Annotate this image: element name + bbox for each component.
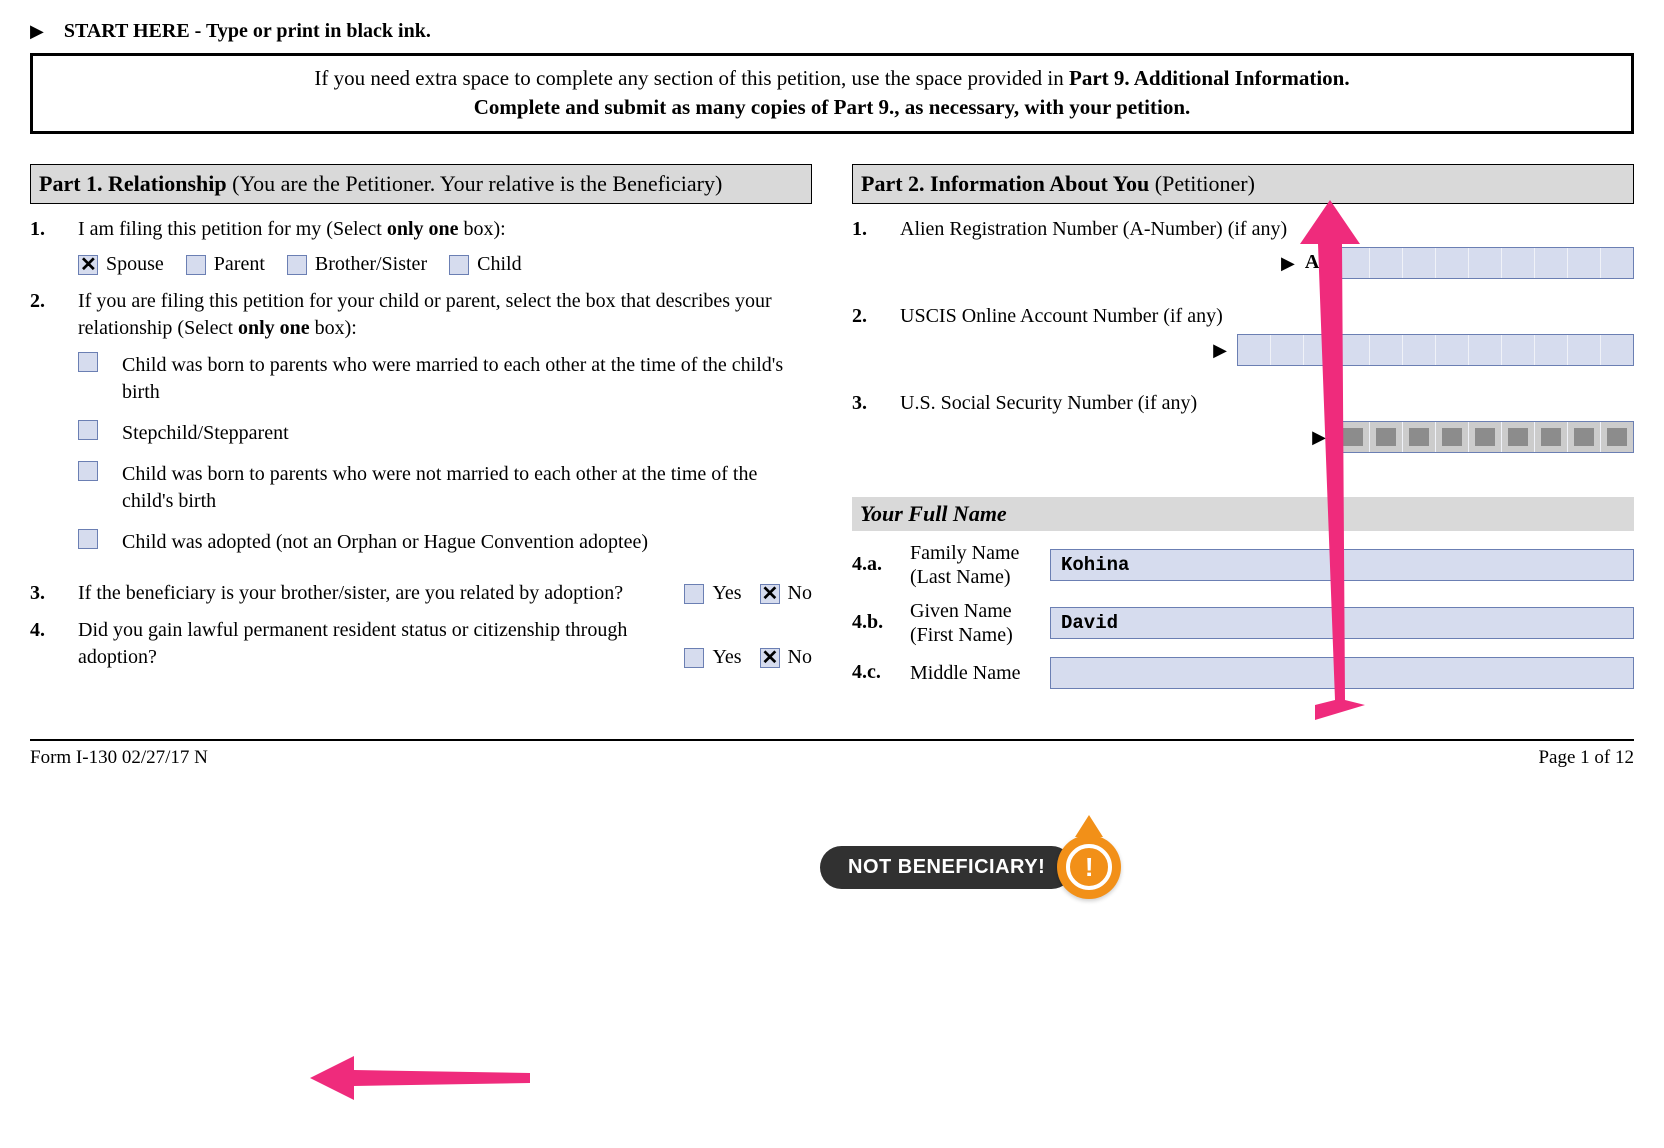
q2-text-post: box):: [310, 317, 357, 339]
opt-parent: Parent: [214, 253, 265, 275]
middle-name-label: Middle Name: [910, 661, 1040, 685]
triangle-right-icon: ▶: [1312, 425, 1326, 449]
extra-space-info-box: If you need extra space to complete any …: [30, 53, 1634, 134]
q2-opt3: Child was adopted (not an Orphan or Hagu…: [122, 529, 812, 556]
family-name-label: Family Name: [910, 541, 1040, 565]
info-line1-pre: If you need extra space to complete any …: [314, 66, 1069, 90]
q1-text-bold: only one: [387, 218, 459, 240]
p2-q2-number: 2.: [852, 303, 900, 380]
checkbox-q2-opt3[interactable]: [78, 529, 98, 549]
your-full-name-header: Your Full Name: [852, 497, 1634, 531]
part1-title-rest: (You are the Petitioner. Your relative i…: [227, 171, 723, 196]
q3-number: 3.: [30, 580, 78, 607]
p2-q3-text: U.S. Social Security Number (if any): [900, 390, 1634, 417]
q3-no: No: [788, 582, 812, 604]
checkbox-q4-yes[interactable]: [684, 648, 704, 668]
q2-opt2: Child was born to parents who were not m…: [122, 461, 812, 515]
not-beneficiary-callout: NOT BENEFICIARY! !: [820, 835, 1121, 899]
p2-q4b-number: 4.b.: [852, 609, 900, 636]
q1-text-post: box):: [459, 218, 506, 240]
q3-yes: Yes: [712, 582, 741, 604]
uscis-account-field[interactable]: [1237, 334, 1634, 366]
family-name-field[interactable]: Kohina: [1050, 549, 1634, 581]
checkbox-q3-yes[interactable]: [684, 584, 704, 604]
p2-q1-number: 1.: [852, 216, 900, 293]
callout-text: NOT BENEFICIARY!: [820, 846, 1073, 889]
q2-number: 2.: [30, 288, 78, 570]
part1-header: Part 1. Relationship (You are the Petiti…: [30, 164, 812, 204]
footer-right: Page 1 of 12: [1538, 747, 1634, 769]
q4-number: 4.: [30, 617, 78, 671]
opt-brother: Brother/Sister: [315, 253, 427, 275]
p2-q4c-number: 4.c.: [852, 659, 900, 686]
part1-title-bold: Part 1. Relationship: [39, 171, 227, 196]
q4-no: No: [788, 646, 812, 668]
start-here-text: START HERE - Type or print in black ink.: [64, 20, 431, 43]
a-number-field[interactable]: [1336, 247, 1634, 279]
checkbox-q3-no[interactable]: [760, 584, 780, 604]
triangle-right-icon: ▶: [1213, 338, 1227, 362]
info-line2-bold: Complete and submit as many copies of Pa…: [474, 95, 1191, 119]
page-footer: Form I-130 02/27/17 N Page 1 of 12: [30, 739, 1634, 769]
checkbox-parent[interactable]: [186, 255, 206, 275]
q2-text-bold: only one: [238, 317, 310, 339]
given-name-sub: (First Name): [910, 623, 1040, 647]
part2-title-rest: (Petitioner): [1149, 171, 1255, 196]
part2-column: Part 2. Information About You (Petitione…: [852, 164, 1634, 699]
q4-text: Did you gain lawful permanent resident s…: [78, 617, 664, 671]
q2-text-pre: If you are filing this petition for your…: [78, 290, 772, 339]
checkbox-q2-opt1[interactable]: [78, 420, 98, 440]
start-here-line: ▶ START HERE - Type or print in black in…: [30, 20, 1634, 43]
arrow-to-footer-icon: [310, 1048, 530, 1108]
ssn-field-redacted[interactable]: [1336, 421, 1634, 453]
q1-text-pre: I am filing this petition for my (Select: [78, 218, 387, 240]
checkbox-child[interactable]: [449, 255, 469, 275]
footer-left: Form I-130 02/27/17 N: [30, 747, 208, 769]
p2-q1-text: Alien Registration Number (A-Number) (if…: [900, 216, 1634, 243]
callout-badge-char: !: [1066, 844, 1112, 890]
triangle-right-icon: ▶: [1281, 251, 1295, 275]
opt-spouse: Spouse: [106, 253, 164, 275]
checkbox-q4-no[interactable]: [760, 648, 780, 668]
part1-column: Part 1. Relationship (You are the Petiti…: [30, 164, 812, 699]
given-name-label: Given Name: [910, 599, 1040, 623]
family-name-sub: (Last Name): [910, 565, 1040, 589]
p2-q2-text: USCIS Online Account Number (if any): [900, 303, 1634, 330]
checkbox-spouse[interactable]: [78, 255, 98, 275]
part2-header: Part 2. Information About You (Petitione…: [852, 164, 1634, 204]
opt-child: Child: [477, 253, 521, 275]
q3-text: If the beneficiary is your brother/siste…: [78, 580, 664, 607]
middle-name-field[interactable]: [1050, 657, 1634, 689]
triangle-right-icon: ▶: [30, 21, 44, 42]
q2-opt0: Child was born to parents who were marri…: [122, 352, 812, 406]
q4-yes: Yes: [712, 646, 741, 668]
checkbox-brother[interactable]: [287, 255, 307, 275]
q1-number: 1.: [30, 216, 78, 278]
a-prefix: A-: [1305, 249, 1326, 276]
q2-opt1: Stepchild/Stepparent: [122, 420, 812, 447]
p2-q4a-number: 4.a.: [852, 551, 900, 578]
part2-title-bold: Part 2. Information About You: [861, 171, 1149, 196]
given-name-field[interactable]: David: [1050, 607, 1634, 639]
exclamation-badge-icon: !: [1057, 835, 1121, 899]
info-line1-bold: Part 9. Additional Information.: [1069, 66, 1350, 90]
p2-q3-number: 3.: [852, 390, 900, 467]
checkbox-q2-opt0[interactable]: [78, 352, 98, 372]
checkbox-q2-opt2[interactable]: [78, 461, 98, 481]
